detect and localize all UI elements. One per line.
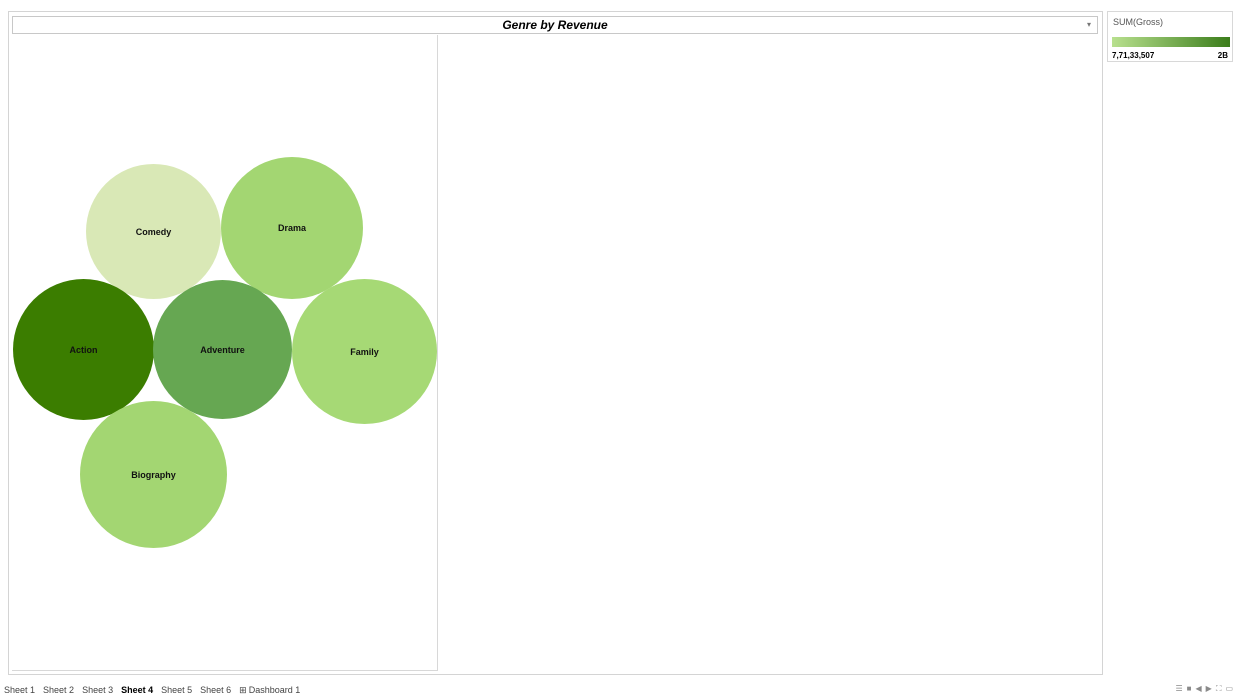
tile-view-icon[interactable]: ■ bbox=[1187, 684, 1192, 694]
bubble-family[interactable]: Family bbox=[292, 279, 437, 424]
bubble-comedy[interactable]: Comedy bbox=[86, 164, 221, 299]
bubble-adventure[interactable]: Adventure bbox=[153, 280, 292, 419]
sheet-title: Genre by Revenue bbox=[502, 18, 608, 32]
color-legend: SUM(Gross) 7,71,33,507 2B bbox=[1107, 11, 1233, 62]
sheet-title-bar: Genre by Revenue ▾ bbox=[12, 16, 1098, 34]
tab-label: Sheet 2 bbox=[43, 685, 75, 695]
legend-color-ramp bbox=[1112, 37, 1230, 47]
bubble-label: Adventure bbox=[200, 344, 245, 355]
tab-label: Dashboard 1 bbox=[248, 685, 301, 695]
prev-arrow-icon[interactable]: ◀ bbox=[1196, 684, 1202, 694]
bubble-drama[interactable]: Drama bbox=[221, 157, 363, 299]
bubble-biography[interactable]: Biography bbox=[80, 401, 227, 548]
grid-view-icon[interactable]: ☰ bbox=[1176, 684, 1183, 694]
tab-sheet-5[interactable]: Sheet 5 bbox=[157, 683, 196, 697]
fullscreen-icon[interactable]: ⛶ bbox=[1216, 684, 1222, 694]
tab-label: Sheet 6 bbox=[200, 685, 232, 695]
tab-sheet-6[interactable]: Sheet 6 bbox=[196, 683, 235, 697]
next-arrow-icon[interactable]: ▶ bbox=[1206, 684, 1212, 694]
status-bar-icons: ☰ ■ ◀ ▶ ⛶ ▭ bbox=[1176, 684, 1234, 694]
tab-label: Sheet 4 bbox=[121, 685, 154, 695]
tab-sheet-1[interactable]: Sheet 1 bbox=[0, 683, 39, 697]
bubble-action[interactable]: Action bbox=[13, 279, 154, 420]
bubble-label: Family bbox=[350, 346, 379, 357]
tab-label: Sheet 5 bbox=[161, 685, 193, 695]
tab-label: Sheet 1 bbox=[4, 685, 36, 695]
bubble-label: Comedy bbox=[135, 226, 172, 237]
tab-sheet-4[interactable]: Sheet 4 bbox=[117, 683, 158, 697]
bubble-label: Action bbox=[69, 344, 98, 355]
sheet-tab-strip: Sheet 1 Sheet 2 Sheet 3 Sheet 4 Sheet 5 … bbox=[0, 682, 304, 698]
legend-max-label: 2B bbox=[1217, 51, 1228, 60]
dashboard-grid-icon: ⊞ bbox=[239, 685, 247, 695]
legend-min-label: 7,71,33,507 bbox=[1112, 51, 1155, 60]
bubble-label: Drama bbox=[277, 223, 306, 233]
tab-sheet-3[interactable]: Sheet 3 bbox=[78, 683, 117, 697]
tab-label: Sheet 3 bbox=[82, 685, 114, 695]
bubble-label: Biography bbox=[131, 469, 176, 480]
tab-dashboard-1[interactable]: ⊞ Dashboard 1 bbox=[235, 683, 304, 697]
legend-title: SUM(Gross) bbox=[1113, 17, 1163, 27]
presentation-icon[interactable]: ▭ bbox=[1225, 684, 1233, 694]
dropdown-caret-icon[interactable]: ▾ bbox=[1087, 17, 1091, 33]
tab-sheet-2[interactable]: Sheet 2 bbox=[39, 683, 78, 697]
